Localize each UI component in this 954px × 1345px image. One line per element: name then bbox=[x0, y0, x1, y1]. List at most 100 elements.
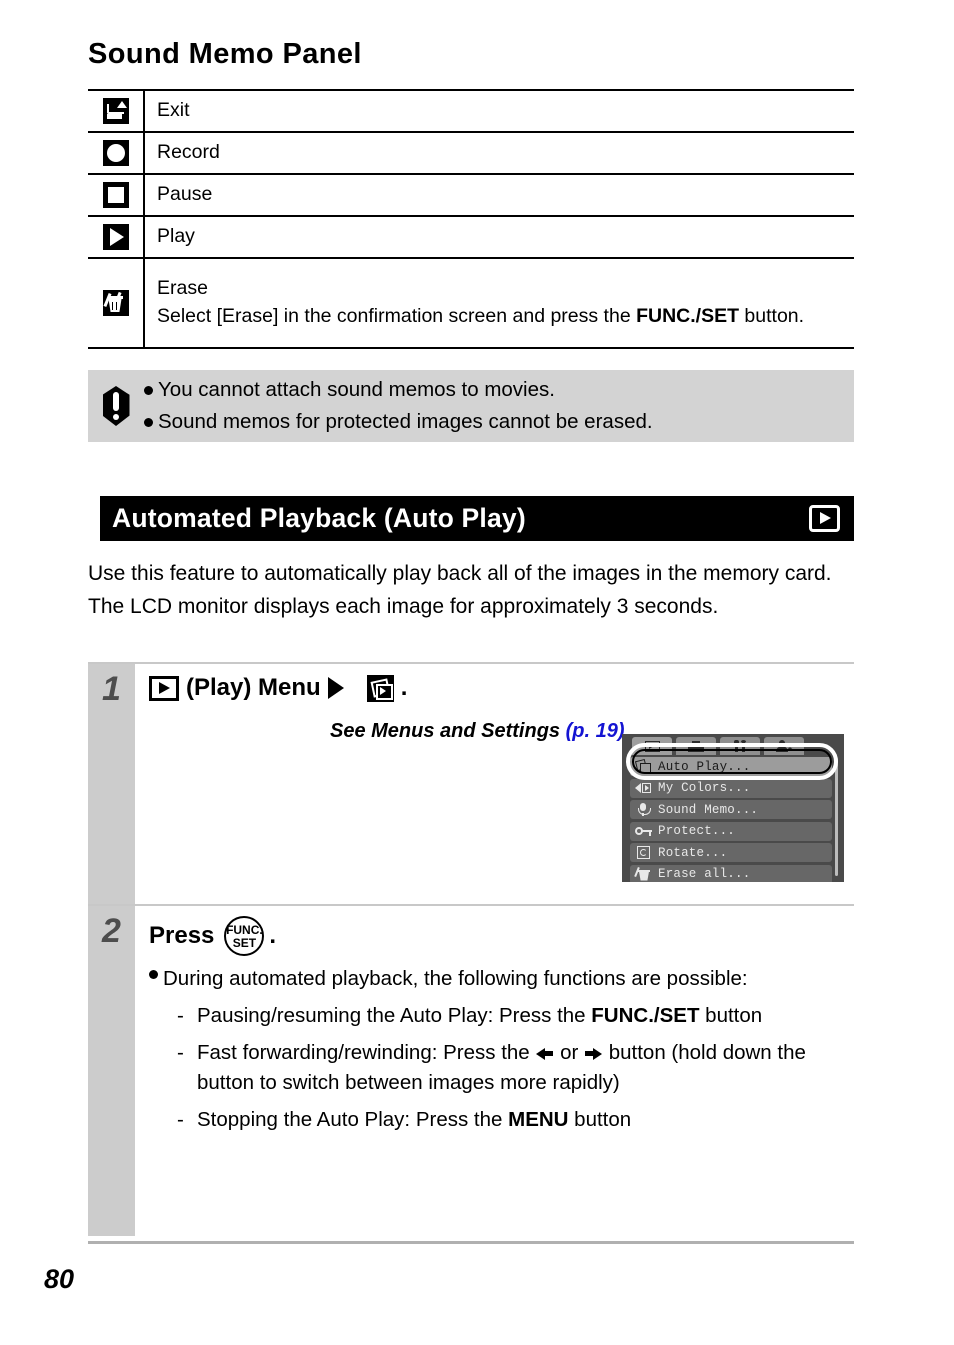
erase-trash-icon bbox=[102, 290, 129, 316]
lcd-item-label: Sound Memo... bbox=[658, 802, 759, 817]
lcd-tab-play[interactable] bbox=[632, 737, 672, 755]
lcd-item-label: Rotate... bbox=[658, 845, 728, 860]
step-2-heading-text: Press bbox=[149, 922, 215, 949]
sub-item-pausing: - Pausing/resuming the Auto Play: Press … bbox=[177, 1001, 854, 1032]
table-cell-text: Erase Select [Erase] in the confirmation… bbox=[145, 259, 854, 347]
section-heading: Automated Playback (Auto Play) bbox=[112, 503, 526, 533]
step-2-bullet: During automated playback, the following… bbox=[149, 964, 854, 995]
table-cell-text: Pause bbox=[145, 175, 854, 215]
triangle-right-icon bbox=[327, 677, 360, 699]
lcd-menu-item-auto-play[interactable]: Auto Play... bbox=[630, 757, 832, 776]
exit-icon bbox=[102, 98, 129, 124]
note-text: Sound memos for protected images cannot … bbox=[158, 410, 653, 433]
step-1-heading-text: (Play) Menu bbox=[186, 674, 321, 701]
step-2-body: Press FUNC. SET . During automated playb… bbox=[135, 906, 854, 1236]
table-cell-icon bbox=[88, 91, 145, 131]
play-badge-icon bbox=[809, 505, 840, 532]
pause-icon bbox=[102, 182, 129, 208]
table-cell-icon bbox=[88, 217, 145, 257]
step-1-heading: (Play) Menu . bbox=[149, 674, 854, 702]
row-label: Record bbox=[157, 141, 220, 164]
section-header-bar: Automated Playback (Auto Play) bbox=[100, 496, 854, 541]
table-cell-text: Exit bbox=[145, 91, 854, 131]
erase-all-menu-icon bbox=[634, 866, 652, 882]
page-title: Sound Memo Panel bbox=[88, 38, 362, 70]
note-text: You cannot attach sound memos to movies. bbox=[158, 378, 555, 402]
note-list: You cannot attach sound memos to movies.… bbox=[144, 374, 854, 438]
table-row: Exit bbox=[88, 91, 854, 133]
step-number: 1 bbox=[102, 670, 121, 708]
dash-marker: - bbox=[177, 1003, 184, 1027]
lcd-menu-list: Auto Play... My Colors... Sound Memo... bbox=[622, 755, 844, 882]
set-label: SET bbox=[232, 935, 257, 950]
steps-container: 1 (Play) Menu . See Menus and Settings (… bbox=[88, 662, 854, 1236]
lcd-menu-item-erase-all[interactable]: Erase all... bbox=[630, 864, 832, 882]
print-tab-icon bbox=[688, 740, 704, 752]
table-row: Pause bbox=[88, 175, 854, 217]
lcd-menu-item-rotate[interactable]: Rotate... bbox=[630, 843, 832, 862]
lcd-tab-setup[interactable] bbox=[720, 737, 760, 755]
sub-item-fast-forward: - Fast forwarding/rewinding: Press the o… bbox=[177, 1038, 854, 1100]
page-reference-link[interactable]: (p. 19) bbox=[566, 720, 625, 742]
sub-item-text: Stopping the Auto Play: Press the MENU b… bbox=[197, 1108, 632, 1131]
auto-play-icon bbox=[366, 674, 394, 702]
step-2: 2 Press FUNC. SET . During automated pla… bbox=[88, 904, 854, 1236]
sub-item-text: Fast forwarding/rewinding: Press the or … bbox=[197, 1040, 806, 1095]
table-cell-text: Record bbox=[145, 133, 854, 173]
table-row: Play bbox=[88, 217, 854, 259]
key-menu-icon bbox=[635, 824, 652, 839]
list-item: You cannot attach sound memos to movies. bbox=[144, 374, 854, 406]
rotate-menu-icon bbox=[635, 845, 652, 860]
lcd-tab-bar bbox=[622, 734, 844, 755]
table-cell-icon bbox=[88, 259, 145, 347]
bullet-icon bbox=[144, 386, 153, 396]
step-2-period: . bbox=[269, 922, 277, 949]
tools-tab-icon bbox=[732, 740, 748, 752]
lcd-scrollbar[interactable] bbox=[835, 758, 838, 876]
lcd-item-label: Auto Play... bbox=[658, 759, 751, 774]
record-icon bbox=[102, 140, 129, 166]
row-label: Erase bbox=[157, 277, 208, 300]
step-2-bullet-text: During automated playback, the following… bbox=[163, 967, 748, 990]
arrow-right-icon bbox=[584, 1046, 603, 1060]
dash-marker: - bbox=[177, 1108, 184, 1131]
bullet-icon bbox=[149, 970, 158, 979]
section-intro-text: Use this feature to automatically play b… bbox=[88, 562, 832, 618]
row-label: Exit bbox=[157, 99, 190, 122]
page-number: 80 bbox=[44, 1264, 75, 1294]
lcd-menu-item-sound-memo[interactable]: Sound Memo... bbox=[630, 800, 832, 819]
note-icon-cell bbox=[88, 386, 144, 426]
step-2-heading: Press FUNC. SET . bbox=[149, 916, 854, 956]
lcd-item-label: Erase all... bbox=[658, 867, 751, 881]
step-1-body: (Play) Menu . See Menus and Settings (p.… bbox=[135, 664, 854, 904]
caution-note-box: You cannot attach sound memos to movies.… bbox=[88, 370, 854, 442]
step-number-column: 1 bbox=[88, 664, 135, 904]
auto-play-menu-icon bbox=[634, 758, 652, 774]
bullet-icon bbox=[144, 418, 153, 427]
microphone-menu-icon bbox=[635, 802, 652, 817]
table-row: Record bbox=[88, 133, 854, 175]
row-label: Play bbox=[157, 225, 195, 248]
table-cell-icon bbox=[88, 175, 145, 215]
play-menu-icon bbox=[149, 675, 179, 701]
sub-item-text: Pausing/resuming the Auto Play: Press th… bbox=[197, 1003, 763, 1027]
step-1-reference: See Menus and Settings (p. 19). bbox=[330, 720, 631, 742]
lcd-tab-print[interactable] bbox=[676, 737, 716, 755]
play-tab-icon bbox=[644, 740, 660, 752]
lcd-menu-item-my-colors[interactable]: My Colors... bbox=[630, 778, 832, 798]
steps-bottom-divider bbox=[88, 1241, 854, 1244]
funcset-emphasis: FUNC./SET bbox=[591, 1003, 700, 1027]
play-icon bbox=[102, 224, 129, 250]
step-1: 1 (Play) Menu . See Menus and Settings (… bbox=[88, 662, 854, 904]
row-label: Pause bbox=[157, 183, 213, 206]
lcd-tab-my-camera[interactable] bbox=[764, 737, 804, 755]
sub-item-stopping: - Stopping the Auto Play: Press the MENU… bbox=[177, 1105, 854, 1136]
step-number-column: 2 bbox=[88, 906, 135, 1236]
step-1-period: . bbox=[400, 674, 408, 701]
my-colors-menu-icon bbox=[635, 781, 652, 796]
func-label: FUNC. bbox=[226, 922, 263, 937]
row-detail: Select [Erase] in the confirmation scree… bbox=[157, 305, 805, 327]
lcd-item-label: My Colors... bbox=[658, 781, 751, 795]
reference-text: See Menus and Settings bbox=[330, 720, 566, 742]
lcd-menu-item-protect[interactable]: Protect... bbox=[630, 821, 832, 841]
